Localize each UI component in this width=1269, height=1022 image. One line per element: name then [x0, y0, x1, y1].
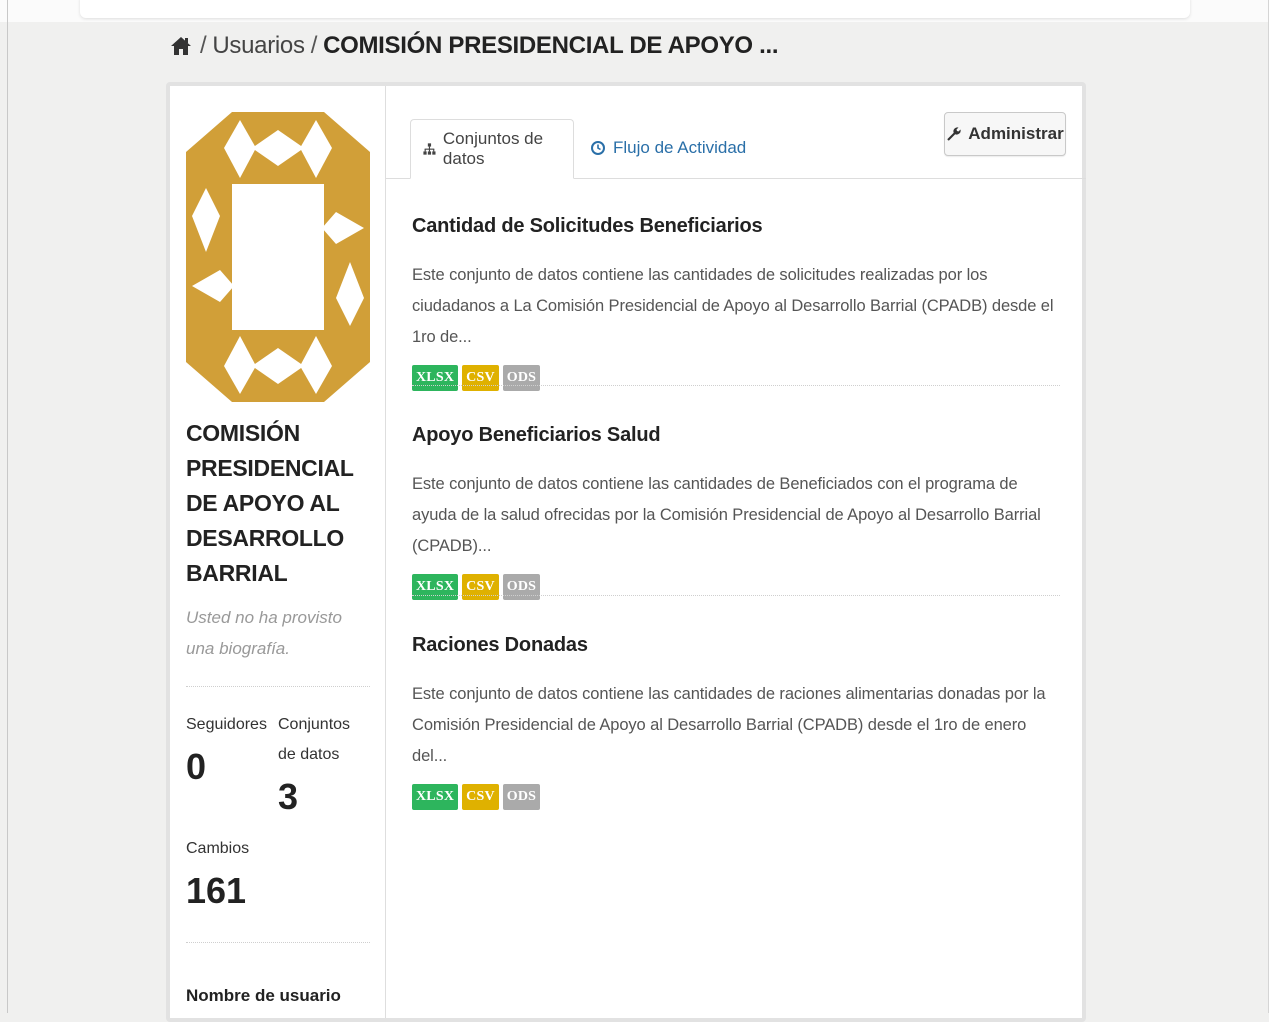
breadcrumb-link-usuarios[interactable]: Usuarios	[212, 32, 305, 60]
dataset-formats: XLSX CSV ODS	[412, 365, 1060, 391]
dataset-title-link[interactable]: Apoyo Beneficiarios Salud	[412, 421, 1060, 449]
top-navbar	[80, 0, 1190, 18]
edits-count: 161	[186, 870, 247, 911]
dataset-title-link[interactable]: Cantidad de Solicitudes Beneficiarios	[412, 212, 1060, 240]
admin-button-label: Administrar	[968, 124, 1064, 143]
format-badge-ods[interactable]: ODS	[502, 574, 541, 600]
sitemap-icon	[423, 143, 436, 155]
format-badge-ods[interactable]: ODS	[502, 365, 541, 391]
dataset-description: Este conjunto de datos contiene las cant…	[412, 475, 1041, 555]
format-badge-ods[interactable]: ODS	[502, 784, 541, 810]
window-left-border	[7, 0, 8, 1013]
tab-activity-label: Flujo de Actividad	[613, 138, 747, 157]
datasets-label: Conjuntos de datos	[278, 716, 351, 763]
sidebar-divider	[186, 942, 370, 943]
tab-activity-stream[interactable]: Flujo de Actividad	[578, 119, 758, 177]
username-label: Nombre de usuario	[186, 986, 341, 1005]
dataset-divider	[412, 385, 1060, 386]
datasets-count: 3	[278, 776, 299, 817]
breadcrumb-current-page[interactable]: COMISIÓN PRESIDENCIAL DE APOYO ...	[323, 32, 779, 60]
dataset-formats: XLSX CSV ODS	[412, 574, 1060, 600]
sidebar-divider	[186, 686, 370, 687]
profile-panel: COMISIÓN PRESIDENCIAL DE APOYO AL DESARR…	[166, 82, 1086, 1022]
followers-label: Seguidores	[186, 716, 267, 733]
dataset-title-link[interactable]: Raciones Donadas	[412, 631, 1060, 659]
format-badge-csv[interactable]: CSV	[462, 784, 499, 810]
format-badge-xlsx[interactable]: XLSX	[412, 365, 459, 391]
clock-icon	[591, 141, 605, 155]
dataset-description: Este conjunto de datos contiene las cant…	[412, 266, 1054, 346]
breadcrumb-separator: /	[200, 32, 207, 59]
dataset-item: Cantidad de Solicitudes Beneficiarios Es…	[412, 212, 1060, 391]
organization-logo	[186, 112, 370, 402]
edits-label: Cambios	[186, 840, 250, 857]
breadcrumb-separator: /	[310, 32, 318, 59]
dataset-item: Raciones Donadas Este conjunto de datos …	[412, 631, 1060, 810]
format-badge-csv[interactable]: CSV	[462, 365, 499, 391]
biography-text: Usted no ha provisto una biografía.	[186, 608, 342, 658]
dataset-description: Este conjunto de datos contiene las cant…	[412, 685, 1046, 765]
breadcrumb: / Usuarios / COMISIÓN PRESIDENCIAL DE AP…	[170, 28, 779, 64]
tab-datasets[interactable]: Conjuntos de datos	[410, 119, 574, 179]
format-badge-csv[interactable]: CSV	[462, 574, 499, 600]
dataset-divider	[412, 595, 1060, 596]
main-content: Conjuntos de datos Flujo de Actividad Ad…	[386, 86, 1086, 1018]
tab-datasets-label: Conjuntos de datos	[442, 129, 544, 168]
home-icon[interactable]	[170, 36, 192, 56]
wrench-icon	[947, 127, 961, 141]
dataset-formats: XLSX CSV ODS	[412, 784, 1060, 810]
format-badge-xlsx[interactable]: XLSX	[412, 574, 459, 600]
organization-name: COMISIÓN PRESIDENCIAL DE APOYO AL DESARR…	[186, 420, 354, 586]
admin-button[interactable]: Administrar	[944, 112, 1066, 156]
followers-count: 0	[186, 746, 207, 787]
profile-sidebar: COMISIÓN PRESIDENCIAL DE APOYO AL DESARR…	[170, 86, 386, 1018]
format-badge-xlsx[interactable]: XLSX	[412, 784, 459, 810]
tabs-bar: Conjuntos de datos Flujo de Actividad Ad…	[386, 86, 1086, 179]
dataset-item: Apoyo Beneficiarios Salud Este conjunto …	[412, 421, 1060, 600]
